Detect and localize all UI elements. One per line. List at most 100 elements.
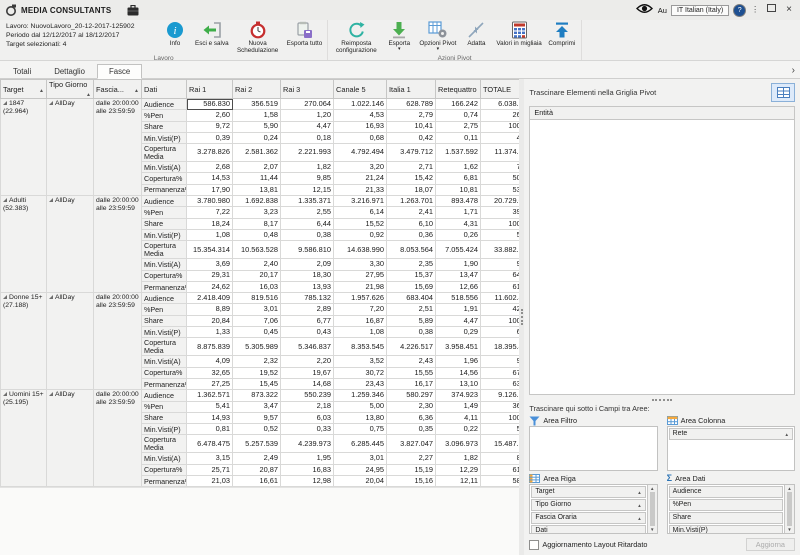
pivot-cell[interactable]: 518.556: [436, 293, 481, 304]
pivot-cell[interactable]: 9,46: [481, 356, 520, 367]
pivot-metric-label[interactable]: Copertura%: [142, 270, 187, 281]
pivot-metric-label[interactable]: Permanenza%: [142, 476, 187, 487]
pivot-cell[interactable]: 0,35: [387, 424, 436, 435]
pivot-cell[interactable]: 5,41: [187, 401, 233, 412]
pivot-cell[interactable]: 2,41: [387, 207, 436, 218]
pivot-cell[interactable]: 100,00: [481, 218, 520, 229]
pivot-cell[interactable]: 0,43: [281, 327, 334, 338]
expand-icon[interactable]: [3, 101, 7, 105]
pivot-row-tipo-giorno[interactable]: AllDay: [47, 196, 94, 293]
pivot-cell[interactable]: 18.395.425: [481, 338, 520, 356]
pivot-cell[interactable]: 2,40: [233, 259, 281, 270]
pivot-cell[interactable]: 10.563.528: [233, 241, 281, 259]
pivot-cell[interactable]: 6,14: [334, 207, 387, 218]
pivot-cell[interactable]: 6,81: [436, 173, 481, 184]
pivot-metric-label[interactable]: Permanenza%: [142, 281, 187, 292]
pivot-cell[interactable]: 0,22: [436, 424, 481, 435]
pivot-metric-label[interactable]: Min.Visti(A): [142, 162, 187, 173]
pivot-cell[interactable]: 20,84: [187, 315, 233, 326]
pivot-metric-label[interactable]: Copertura Media: [142, 338, 187, 356]
pivot-cell[interactable]: 15,55: [387, 367, 436, 378]
pivot-cell[interactable]: 2,27: [387, 453, 436, 464]
pivot-metric-label[interactable]: %Pen: [142, 207, 187, 218]
pivot-cell[interactable]: 0,26: [436, 229, 481, 240]
pivot-cell[interactable]: 1,96: [436, 356, 481, 367]
scroll-up-icon[interactable]: ▲: [787, 486, 791, 491]
pivot-cell[interactable]: 9.586.810: [281, 241, 334, 259]
pivot-cell[interactable]: 1.957.626: [334, 293, 387, 304]
pivot-row-tipo-giorno[interactable]: AllDay: [47, 293, 94, 390]
pivot-cell[interactable]: 53,06: [481, 184, 520, 195]
pivot-cell[interactable]: 1.022.146: [334, 99, 387, 110]
pivot-metric-label[interactable]: Copertura Media: [142, 144, 187, 162]
briefcase-icon[interactable]: [127, 5, 139, 16]
pivot-cell[interactable]: 15.487.503: [481, 435, 520, 453]
scroll-down-icon[interactable]: ▼: [650, 527, 654, 532]
pivot-cell[interactable]: 100,00: [481, 412, 520, 423]
pivot-cell[interactable]: 27,25: [187, 378, 233, 389]
pivot-cell[interactable]: 6.038.625: [481, 99, 520, 110]
pivot-cell[interactable]: 7.055.424: [436, 241, 481, 259]
pivot-cell[interactable]: 3.216.971: [334, 196, 387, 207]
pivot-cell[interactable]: 6,44: [281, 218, 334, 229]
pivot-cell[interactable]: 1,08: [187, 229, 233, 240]
pivot-cell[interactable]: 14,56: [436, 367, 481, 378]
pivot-cell[interactable]: 17,90: [187, 184, 233, 195]
pivot-cell[interactable]: 2,55: [281, 207, 334, 218]
pivot-cell[interactable]: 67,66: [481, 367, 520, 378]
pivot-cell[interactable]: 9.126.570: [481, 390, 520, 401]
pivot-cell[interactable]: 20.729.068: [481, 196, 520, 207]
pivot-row-tipo-giorno[interactable]: AllDay: [47, 390, 94, 487]
pivot-cell[interactable]: 1.259.346: [334, 390, 387, 401]
pivot-cell[interactable]: 1,82: [281, 162, 334, 173]
pivot-cell[interactable]: 2,75: [436, 121, 481, 132]
pivot-cell[interactable]: 2,79: [387, 110, 436, 121]
pivot-cell[interactable]: 15,52: [334, 218, 387, 229]
pivot-cell[interactable]: 18,24: [187, 218, 233, 229]
values-thousands-button[interactable]: Valori in migliaia: [493, 20, 544, 47]
pivot-cell[interactable]: 6,77: [281, 315, 334, 326]
pivot-cell[interactable]: 15,42: [387, 173, 436, 184]
pivot-cell[interactable]: 1,90: [436, 259, 481, 270]
expand-icon[interactable]: [49, 198, 53, 202]
scroll-down-icon[interactable]: ▼: [787, 527, 791, 532]
entita-list[interactable]: [529, 120, 795, 395]
area-filtro-box[interactable]: [529, 426, 657, 471]
pivot-cell[interactable]: 0,92: [334, 229, 387, 240]
pivot-cell[interactable]: 3,15: [187, 453, 233, 464]
expand-icon[interactable]: [49, 295, 53, 299]
pivot-metric-label[interactable]: Min.Visti(A): [142, 356, 187, 367]
pivot-cell[interactable]: 1,33: [187, 327, 233, 338]
header-rai1[interactable]: Rai 1: [187, 80, 233, 99]
pivot-cell[interactable]: 61,18: [481, 281, 520, 292]
pivot-cell[interactable]: 20,17: [233, 270, 281, 281]
info-button[interactable]: i Info: [158, 20, 192, 47]
pivot-cell[interactable]: 13,47: [436, 270, 481, 281]
pivot-cell[interactable]: 628.789: [387, 99, 436, 110]
pivot-cell[interactable]: 819.516: [233, 293, 281, 304]
help-icon[interactable]: ?: [733, 4, 746, 17]
more-options-icon[interactable]: ⋮: [750, 5, 760, 15]
pivot-cell[interactable]: 5,94: [481, 229, 520, 240]
expand-icon[interactable]: [3, 392, 7, 396]
pivot-metric-label[interactable]: Min.Visti(P): [142, 424, 187, 435]
pivot-cell[interactable]: 1,82: [436, 453, 481, 464]
pivot-cell[interactable]: 30,72: [334, 367, 387, 378]
area-dati-box[interactable]: Audience%PenShareMin.Visti(P) ▲▼: [667, 484, 795, 534]
expand-icon[interactable]: [3, 198, 7, 202]
pivot-cell[interactable]: 15,37: [387, 270, 436, 281]
scroll-thumb[interactable]: [787, 492, 792, 526]
pivot-cell[interactable]: 21,33: [334, 184, 387, 195]
scroll-up-icon[interactable]: ▲: [650, 486, 654, 491]
entita-header[interactable]: Entità: [529, 106, 795, 120]
pivot-cell[interactable]: 0,18: [281, 132, 334, 143]
pivot-cell[interactable]: 12,15: [281, 184, 334, 195]
pivot-cell[interactable]: 12,11: [436, 476, 481, 487]
pivot-metric-label[interactable]: Permanenza%: [142, 184, 187, 195]
pivot-cell[interactable]: 16,17: [387, 378, 436, 389]
header-target[interactable]: Target▲: [1, 80, 47, 99]
pivot-cell[interactable]: 2,07: [233, 162, 281, 173]
pivot-cell[interactable]: 10,41: [387, 121, 436, 132]
expand-icon[interactable]: [49, 101, 53, 105]
field-pill[interactable]: Share: [669, 512, 783, 524]
